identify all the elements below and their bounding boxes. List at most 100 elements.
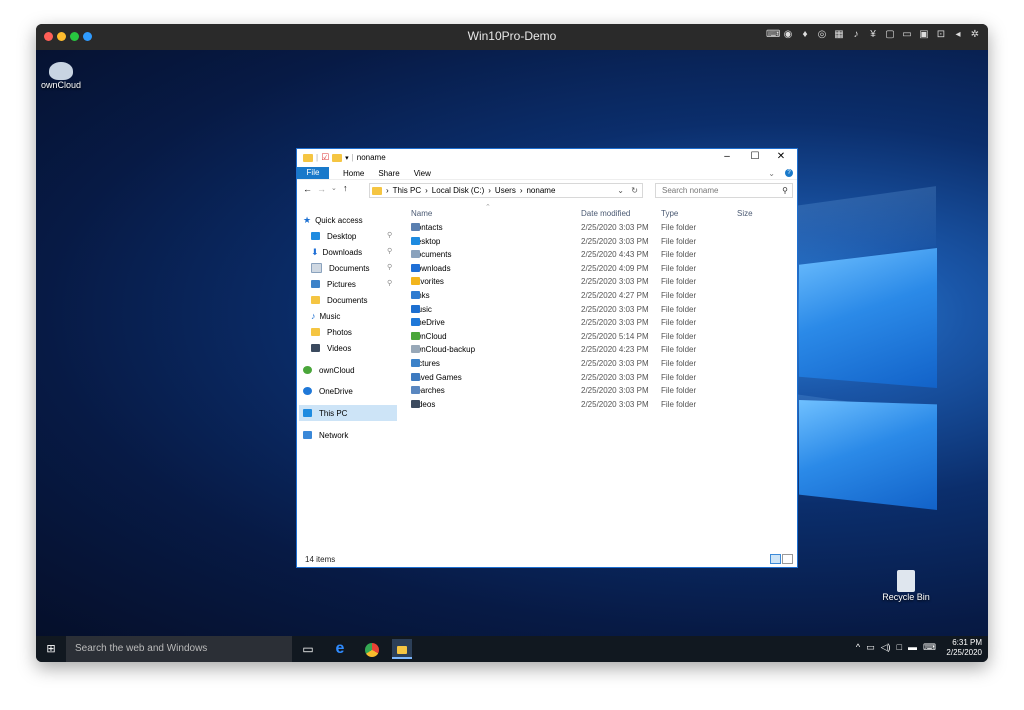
- column-header-name[interactable]: Name: [411, 209, 432, 218]
- pin-icon: ⚲: [387, 232, 393, 239]
- chevron-up-icon[interactable]: ^: [856, 642, 860, 653]
- action-center-icon[interactable]: ▬: [908, 642, 917, 653]
- column-header-type[interactable]: Type: [661, 209, 678, 218]
- table-row[interactable]: Links 2/25/2020 4:27 PM File folder: [405, 291, 785, 304]
- file-date: 2/25/2020 5:14 PM: [581, 331, 649, 341]
- download-icon: [411, 263, 420, 272]
- table-row[interactable]: Contacts 2/25/2020 3:03 PM File folder: [405, 223, 785, 236]
- file-type: File folder: [661, 331, 697, 341]
- table-row[interactable]: Favorites 2/25/2020 3:03 PM File folder: [405, 277, 785, 290]
- battery-icon[interactable]: ▭: [866, 642, 875, 653]
- file-explorer-icon[interactable]: [392, 639, 412, 659]
- desktop-icon-owncloud[interactable]: ownCloud: [40, 62, 82, 90]
- up-arrow-icon[interactable]: ↑: [343, 183, 348, 193]
- nav-item-pictures[interactable]: Pictures: [311, 277, 356, 291]
- printer-icon[interactable]: ▢: [885, 29, 895, 40]
- details-view-icon[interactable]: [770, 554, 781, 564]
- back-arrow-icon[interactable]: ←: [303, 184, 312, 194]
- chrome-icon[interactable]: [362, 639, 382, 659]
- nav-item-quick-access[interactable]: ★ Quick access: [303, 213, 363, 227]
- file-list: Name ⌃ Date modified Type Size Contacts 2…: [405, 204, 785, 527]
- mic-icon[interactable]: ♦: [800, 29, 810, 40]
- usb-icon[interactable]: ¥: [868, 29, 878, 40]
- table-row[interactable]: Pictures 2/25/2020 3:03 PM File folder: [405, 359, 785, 372]
- search-input[interactable]: Search noname ⚲: [655, 183, 793, 198]
- table-row[interactable]: Music 2/25/2020 3:03 PM File folder: [405, 304, 785, 318]
- close-button[interactable]: ✕: [769, 151, 793, 162]
- network-status-icon[interactable]: □: [897, 642, 902, 653]
- nav-item-network[interactable]: Network: [303, 428, 348, 442]
- cloud-icon: [411, 318, 420, 327]
- desktop-icon-label: ownCloud: [40, 80, 82, 90]
- tab-view[interactable]: View: [414, 169, 431, 178]
- table-row[interactable]: Downloads 2/25/2020 4:09 PM File folder: [405, 263, 785, 277]
- sound-icon[interactable]: ♪: [851, 29, 861, 40]
- chevron-down-icon[interactable]: ▾: [345, 154, 349, 162]
- breadcrumb-item[interactable]: Local Disk (C:): [432, 186, 484, 195]
- arrow-left-icon[interactable]: ◂: [953, 29, 963, 40]
- system-tray-icons: ^ ▭ ◁) □ ▬ ⌨: [856, 642, 936, 653]
- nav-item-downloads[interactable]: ⬇ Downloads: [311, 245, 362, 259]
- forward-arrow-icon[interactable]: →: [317, 184, 326, 194]
- settings-icon[interactable]: ✲: [970, 29, 980, 40]
- keyboard-icon[interactable]: ⌨: [766, 29, 780, 40]
- table-row[interactable]: ownCloud 2/25/2020 5:14 PM File folder: [405, 331, 785, 345]
- nav-item-onedrive[interactable]: OneDrive: [303, 384, 353, 398]
- desktop-icon-recycle-bin[interactable]: Recycle Bin: [878, 570, 934, 602]
- windows-start-icon[interactable]: ⊞: [36, 636, 66, 662]
- display-icon[interactable]: ▭: [902, 29, 912, 40]
- address-dropdown-icon[interactable]: ⌄: [617, 186, 624, 195]
- nav-item-owncloud[interactable]: ownCloud: [303, 363, 355, 377]
- maximize-button[interactable]: ☐: [743, 151, 767, 162]
- tab-home[interactable]: Home: [343, 169, 364, 178]
- explorer-titlebar: | ☑ ▾ | noname – ☐ ✕: [297, 149, 797, 167]
- address-bar[interactable]: › This PC › Local Disk (C:) › Users › no…: [369, 183, 643, 198]
- record-icon[interactable]: ◉: [783, 29, 793, 40]
- table-row[interactable]: Saved Games 2/25/2020 3:03 PM File folder: [405, 372, 785, 386]
- keyboard-icon[interactable]: ⌨: [923, 642, 936, 653]
- table-row[interactable]: Searches 2/25/2020 3:03 PM File folder: [405, 386, 785, 399]
- games-icon: [411, 372, 420, 381]
- folder-icon: [372, 186, 382, 195]
- breadcrumb-item[interactable]: This PC: [393, 186, 421, 195]
- table-row[interactable]: Videos 2/25/2020 3:03 PM File folder: [405, 399, 785, 413]
- tab-file[interactable]: File: [297, 167, 329, 179]
- nav-item-music[interactable]: ♪ Music: [311, 309, 340, 323]
- shared-folder-icon[interactable]: ▣: [919, 29, 929, 40]
- table-row[interactable]: ownCloud-backup 2/25/2020 4:23 PM File fol…: [405, 345, 785, 358]
- large-icons-view-icon[interactable]: [782, 554, 793, 564]
- new-folder-icon[interactable]: [332, 153, 343, 162]
- tab-share[interactable]: Share: [378, 169, 399, 178]
- volume-icon[interactable]: ◁): [881, 642, 891, 653]
- network-icon[interactable]: ▦: [834, 29, 844, 40]
- nav-item-videos[interactable]: Videos: [311, 341, 351, 355]
- download-icon: ⬇: [311, 246, 319, 257]
- clock[interactable]: 6:31 PM 2/25/2020: [946, 638, 982, 658]
- search-icon: ⚲: [782, 186, 788, 195]
- screen-icon[interactable]: ⊡: [936, 29, 946, 40]
- properties-icon[interactable]: ☑: [321, 152, 329, 163]
- minimize-button[interactable]: –: [715, 151, 739, 162]
- table-row[interactable]: Desktop 2/25/2020 3:03 PM File folder: [405, 236, 785, 250]
- network-icon: [303, 431, 312, 439]
- nav-item-documents[interactable]: Documents: [311, 261, 369, 275]
- nav-item-desktop[interactable]: Desktop: [311, 229, 356, 243]
- recent-locations-icon[interactable]: ⌄: [331, 184, 337, 192]
- expand-ribbon-icon[interactable]: ⌄: [768, 169, 775, 178]
- column-header-size[interactable]: Size: [737, 209, 753, 218]
- help-icon[interactable]: ?: [785, 169, 793, 177]
- task-view-icon[interactable]: ▭: [298, 639, 318, 659]
- taskbar: ⊞ Search the web and Windows ▭ e ^ ▭ ◁) …: [36, 636, 988, 662]
- table-row[interactable]: OneDrive 2/25/2020 3:03 PM File folder: [405, 318, 785, 331]
- refresh-icon[interactable]: ↻: [631, 186, 638, 195]
- nav-item-documents-folder[interactable]: Documents: [311, 293, 367, 307]
- table-row[interactable]: Documents 2/25/2020 4:43 PM File folder: [405, 250, 785, 263]
- nav-item-this-pc[interactable]: This PC: [303, 406, 347, 420]
- breadcrumb-item[interactable]: Users: [495, 186, 516, 195]
- taskbar-search-input[interactable]: Search the web and Windows: [66, 636, 292, 662]
- column-header-date-modified[interactable]: Date modified: [581, 209, 630, 218]
- nav-item-photos[interactable]: Photos: [311, 325, 352, 339]
- breadcrumb-item[interactable]: noname: [526, 186, 555, 195]
- edge-icon[interactable]: e: [330, 639, 350, 659]
- camera-icon[interactable]: ◎: [817, 29, 827, 40]
